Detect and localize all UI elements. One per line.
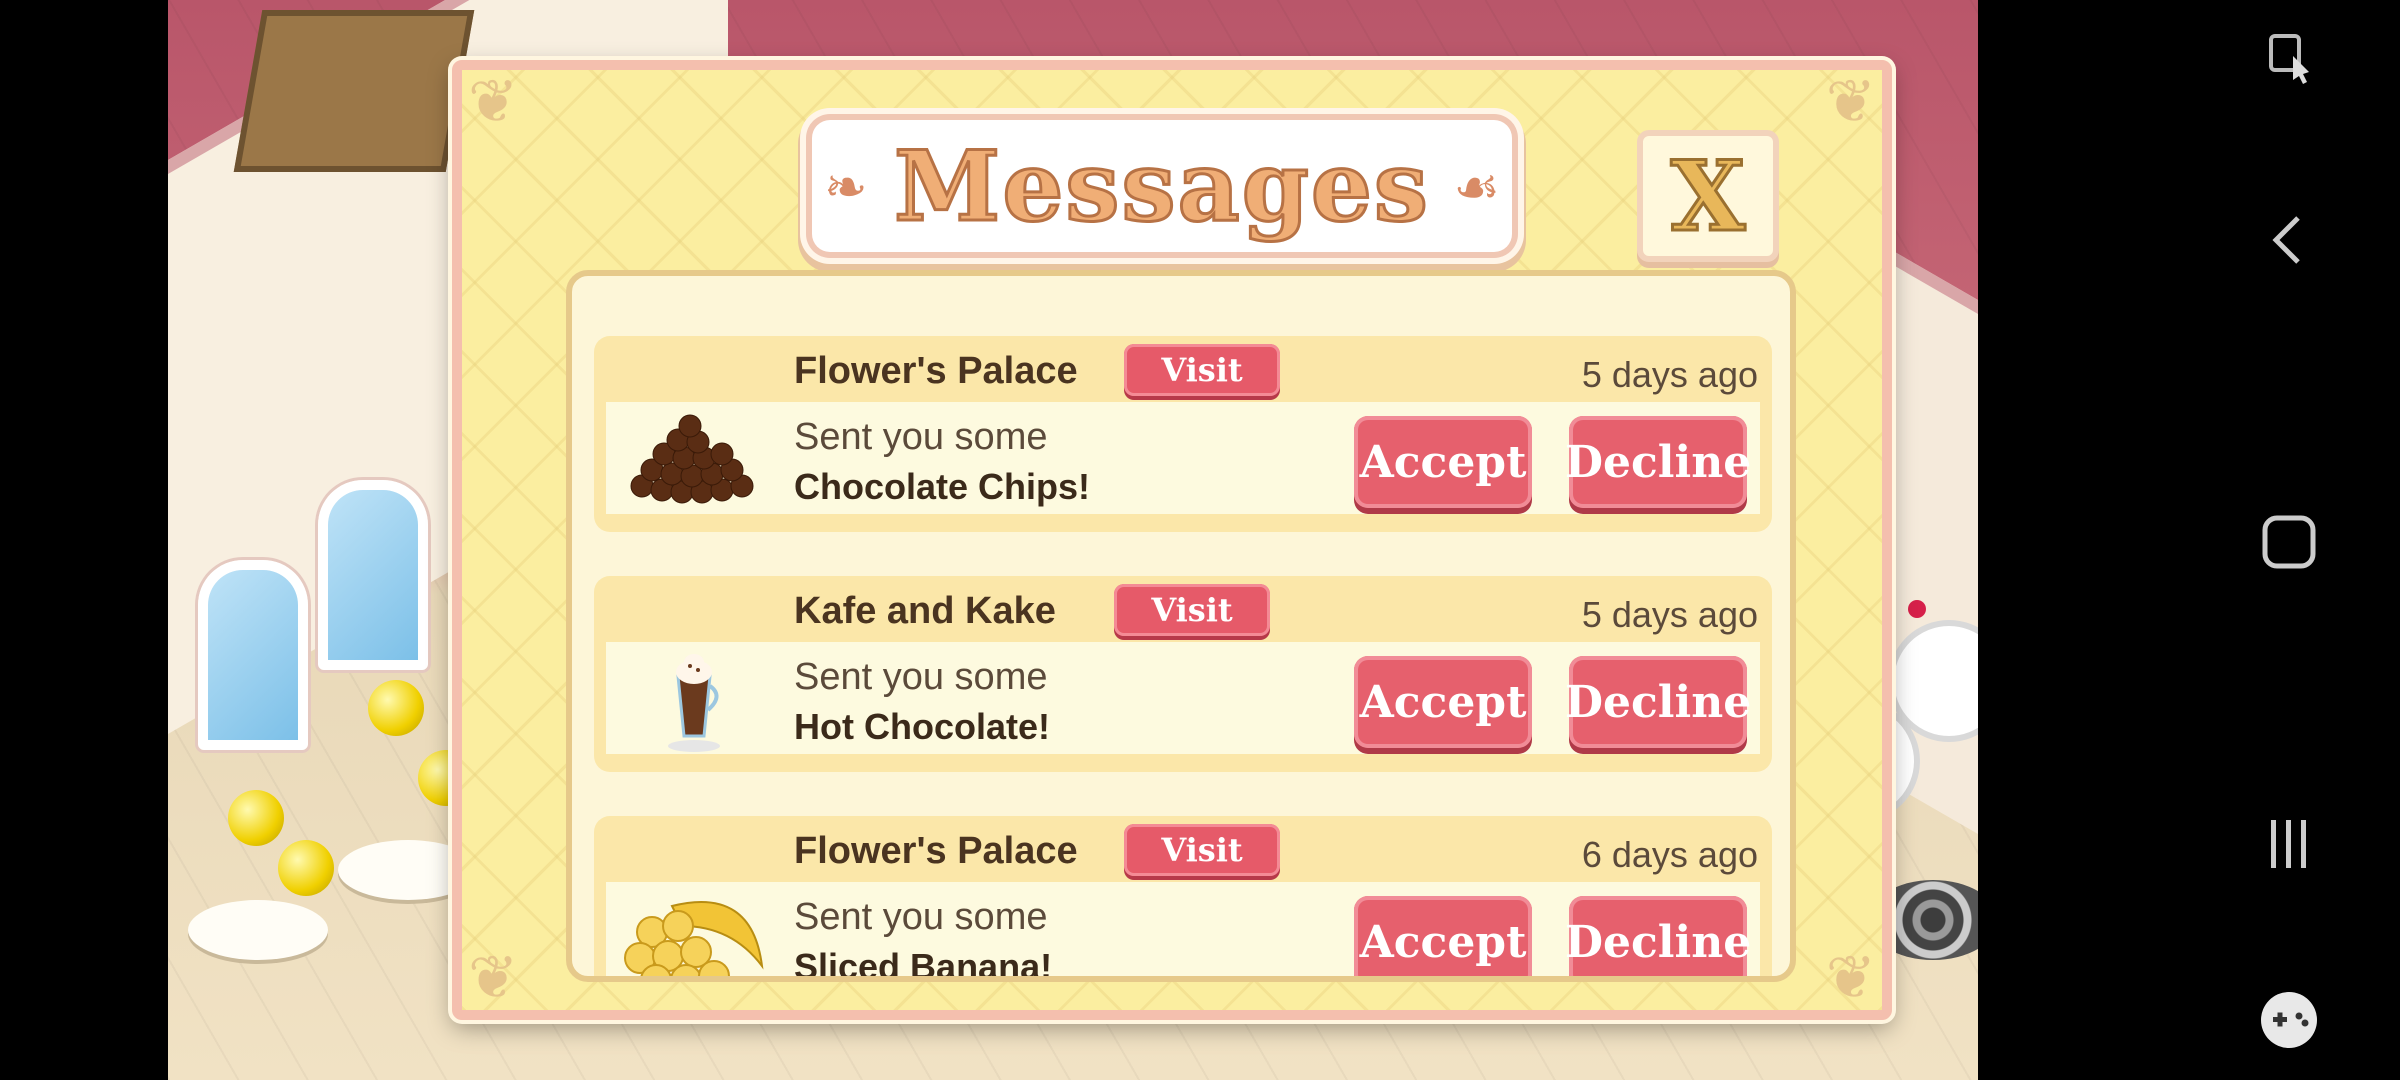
lamp — [278, 840, 334, 896]
back-icon — [2272, 216, 2300, 264]
game-tools-button[interactable] — [2178, 980, 2400, 1060]
sent-text: Sent you some — [794, 896, 1048, 938]
screen-lock-button[interactable] — [2178, 16, 2400, 96]
accept-button[interactable]: Accept — [1354, 656, 1532, 748]
messages-dialog: ❦ ❦ ❦ ❦ ❧ Messages ☙ X Flower's Palace V… — [452, 60, 1892, 1020]
message-item: Flower's Palace Visit 6 days ago Sent yo… — [594, 816, 1772, 982]
chocolate-chips-icon — [630, 414, 754, 504]
sliced-banana-icon — [624, 901, 764, 976]
hot-chocolate-icon — [668, 654, 720, 752]
decline-button[interactable]: Decline — [1565, 416, 1751, 508]
message-time: 5 days ago — [1581, 354, 1758, 395]
sender-name: Flower's Palace — [794, 830, 1078, 872]
visit-button[interactable]: Visit — [1114, 584, 1270, 636]
lamp — [228, 790, 284, 846]
message-list[interactable]: Flower's Palace Visit 5 days ago Sent yo… — [566, 270, 1796, 982]
window — [198, 560, 308, 750]
sent-text: Sent you some — [794, 416, 1048, 458]
back-button[interactable] — [2178, 200, 2400, 280]
message-item: Kafe and Kake Visit 5 days ago Sent you … — [594, 576, 1772, 772]
rose — [1908, 600, 1926, 618]
recents-button[interactable] — [2178, 804, 2400, 884]
window — [318, 480, 428, 670]
accept-button[interactable]: Accept — [1354, 896, 1532, 976]
message-item: Flower's Palace Visit 5 days ago Sent yo… — [594, 336, 1772, 532]
corner-ornament-icon: ❦ — [1825, 943, 1876, 1013]
close-icon: X — [1669, 138, 1747, 254]
gift-item-name: Hot Chocolate! — [794, 706, 1050, 747]
home-button[interactable] — [2178, 502, 2400, 582]
decline-button[interactable]: Decline — [1565, 896, 1751, 976]
dialog-title: Messages — [893, 128, 1430, 244]
gift-item-name: Sliced Banana! — [794, 946, 1053, 982]
system-navigation-bar — [2178, 0, 2400, 1080]
sent-text: Sent you some — [794, 656, 1048, 698]
corner-ornament-icon: ❦ — [468, 943, 519, 1013]
game-controller-icon — [2261, 992, 2317, 1048]
screen-lock-icon — [2269, 34, 2309, 84]
message-time: 6 days ago — [1581, 834, 1758, 875]
sender-name: Kafe and Kake — [794, 590, 1056, 632]
message-time: 5 days ago — [1581, 594, 1758, 635]
table — [188, 900, 328, 960]
swirl-left-icon: ❧ — [824, 158, 868, 218]
sender-name: Flower's Palace — [794, 350, 1078, 392]
accept-button[interactable]: Accept — [1354, 416, 1532, 508]
corner-ornament-icon: ❦ — [1825, 67, 1876, 137]
visit-button[interactable]: Visit — [1124, 344, 1280, 396]
corner-ornament-icon: ❦ — [468, 67, 519, 137]
recents-icon — [2271, 820, 2306, 868]
lamp — [368, 680, 424, 736]
visit-button[interactable]: Visit — [1124, 824, 1280, 876]
swirl-right-icon: ☙ — [1453, 158, 1500, 218]
vegetable-crate — [233, 10, 475, 172]
home-icon — [2262, 515, 2316, 569]
decline-button[interactable]: Decline — [1565, 656, 1751, 748]
gift-item-name: Chocolate Chips! — [794, 466, 1091, 507]
dialog-title-plate: ❧ Messages ☙ — [812, 120, 1512, 252]
close-button[interactable]: X — [1637, 130, 1779, 262]
